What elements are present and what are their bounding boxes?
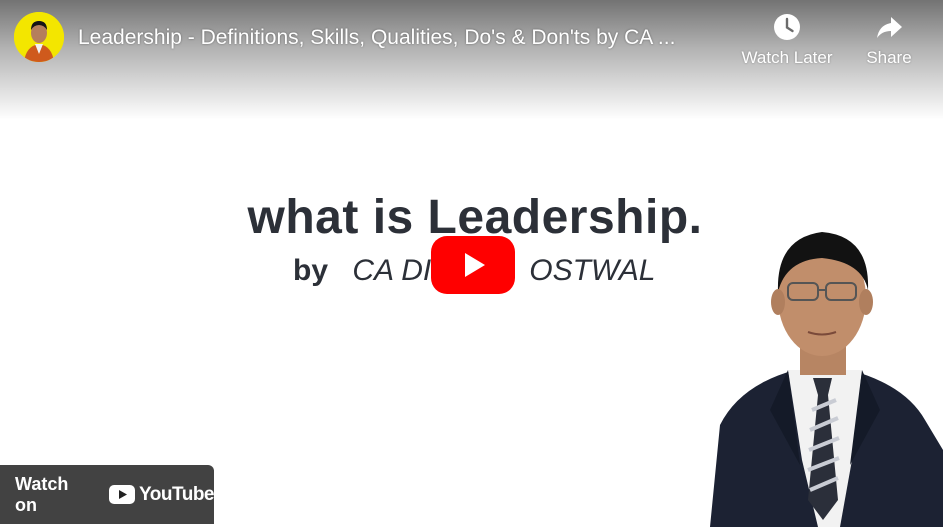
watch-on-youtube-button[interactable]: Watch on YouTube (0, 465, 214, 524)
byline-name: CA DI (352, 254, 432, 287)
youtube-logo: YouTube (109, 484, 214, 506)
watch-on-label: Watch on (15, 473, 69, 515)
byline-surname: OSTWAL (529, 254, 656, 287)
video-player[interactable]: what is Leadership. by CA DI OSTWAL Lead… (0, 0, 943, 527)
presenter-image (710, 232, 943, 527)
youtube-wordmark: YouTube (139, 483, 214, 505)
play-button[interactable] (431, 236, 515, 294)
channel-avatar[interactable] (14, 12, 64, 62)
share-label: Share (866, 48, 912, 67)
byline-prefix: by (293, 254, 329, 287)
youtube-play-logo-icon (109, 485, 136, 504)
watch-later-button[interactable]: Watch Later (732, 12, 842, 68)
share-arrow-icon (877, 17, 902, 38)
avatar-person-icon (14, 12, 64, 62)
share-button[interactable]: Share (834, 12, 943, 68)
clock-icon (774, 14, 800, 40)
video-title[interactable]: Leadership - Definitions, Skills, Qualit… (78, 24, 728, 52)
watch-later-label: Watch Later (741, 48, 833, 67)
play-icon (431, 236, 515, 294)
